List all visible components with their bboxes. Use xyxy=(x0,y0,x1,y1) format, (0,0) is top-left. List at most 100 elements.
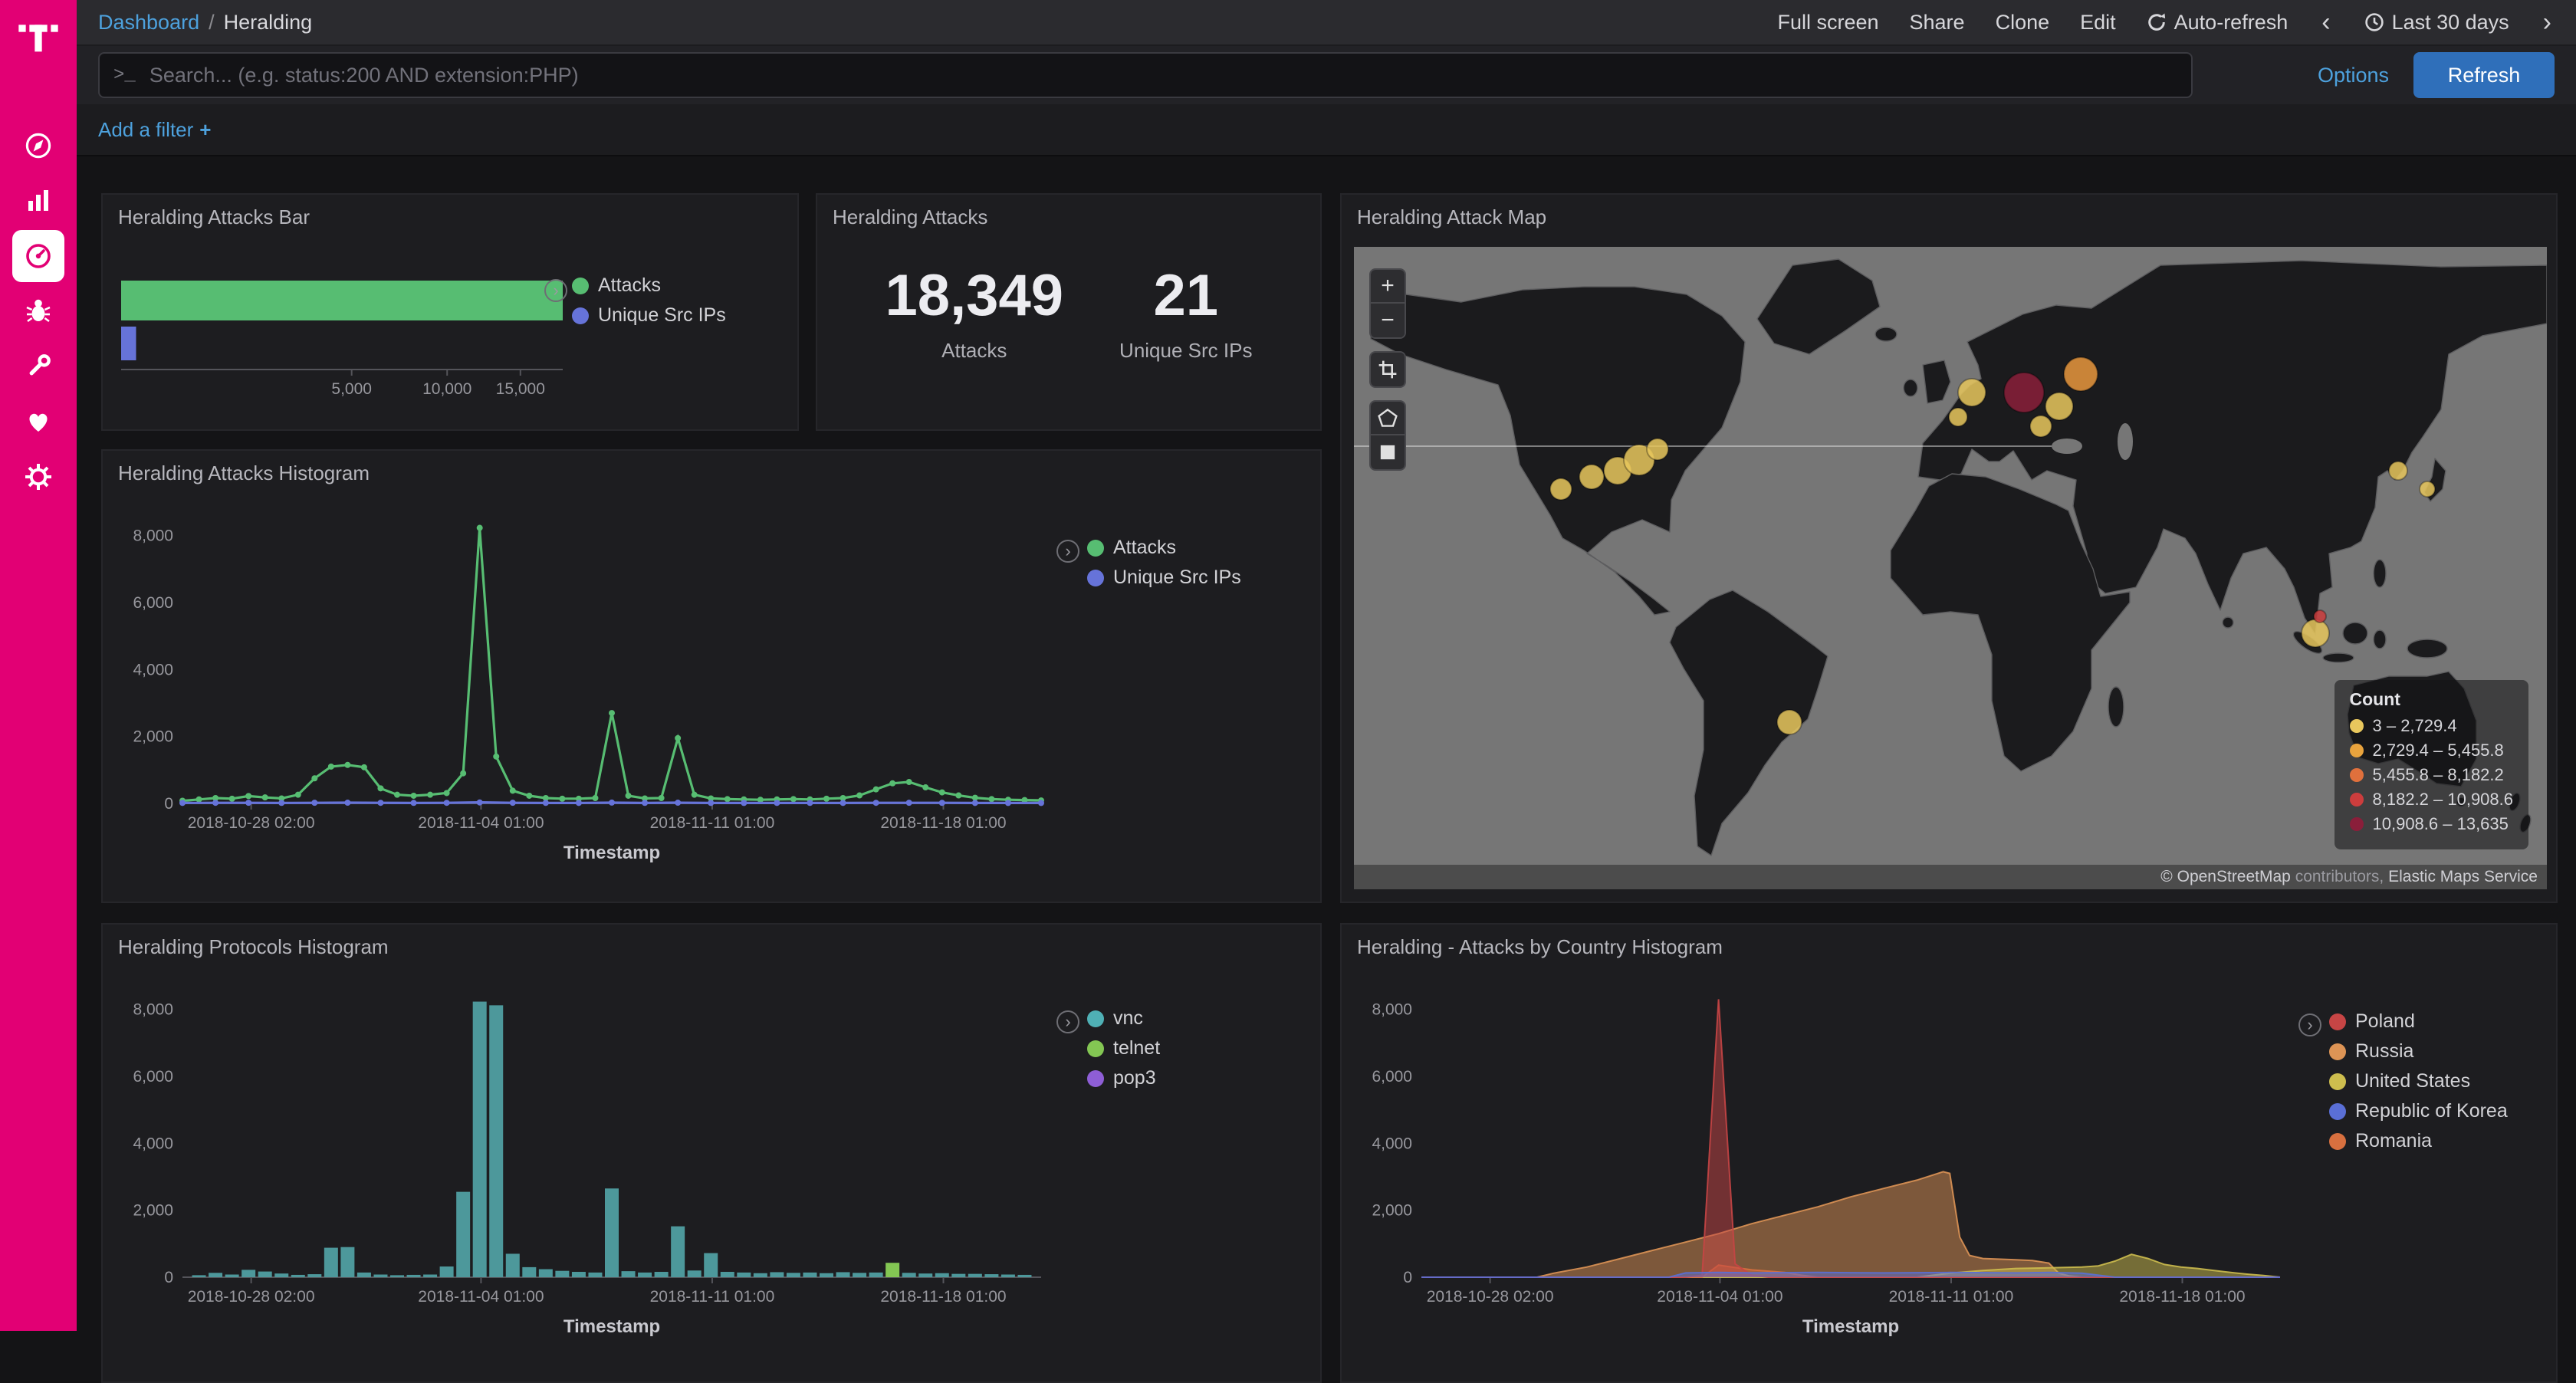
legend-item[interactable]: Unique Src IPs xyxy=(1087,567,1241,589)
map-attribution: © OpenStreetMap contributors, Elastic Ma… xyxy=(1354,865,2547,889)
edit-button[interactable]: Edit xyxy=(2080,11,2116,34)
legend-item[interactable]: Romania xyxy=(2329,1130,2508,1152)
svg-text:2018-11-11 01:00: 2018-11-11 01:00 xyxy=(1889,1288,2014,1306)
legend-item[interactable]: pop3 xyxy=(1087,1067,1160,1089)
zoom-out-button[interactable]: − xyxy=(1371,304,1405,337)
panel-attacks-histogram: Heralding Attacks Histogram 02,0004,0006… xyxy=(101,449,1322,903)
kibana-dashboard: { "colors": { "sidebar": "#e20074", "lin… xyxy=(0,0,2576,1331)
svg-text:2018-11-18 01:00: 2018-11-18 01:00 xyxy=(2119,1288,2245,1306)
legend-collapse-icon[interactable]: › xyxy=(1056,540,1079,563)
svg-text:8,000: 8,000 xyxy=(133,1001,173,1019)
refresh-icon xyxy=(2147,12,2167,32)
legend-item[interactable]: 8,182.2 – 10,908.6 xyxy=(2350,790,2514,810)
breadcrumb-dashboard-link[interactable]: Dashboard xyxy=(98,11,199,34)
svg-text:15,000: 15,000 xyxy=(496,380,545,398)
share-button[interactable]: Share xyxy=(1910,11,1965,34)
legend-color-dot xyxy=(1087,1070,1104,1087)
panel-country-histogram: Heralding - Attacks by Country Histogram… xyxy=(1340,923,2558,1383)
metric-row: 18,349 Attacks 21 Unique Src IPs xyxy=(817,262,1320,363)
legend-collapse-icon[interactable]: › xyxy=(1056,1010,1079,1033)
sidebar-item-visualize[interactable] xyxy=(12,175,64,227)
sidebar-item-monitoring[interactable] xyxy=(12,396,64,448)
legend-item[interactable]: Republic of Korea xyxy=(2329,1100,2508,1122)
legend-item[interactable]: United States xyxy=(2329,1070,2508,1092)
legend-item[interactable]: 5,455.8 – 8,182.2 xyxy=(2350,765,2514,785)
heartbeat-icon xyxy=(23,406,54,437)
legend-color-dot xyxy=(2329,1133,2346,1150)
sidebar-item-management[interactable] xyxy=(12,451,64,503)
contributors-credit: contributors, xyxy=(2291,868,2388,885)
country-area-chart: 02,0004,0006,0008,0002018-10-28 02:00201… xyxy=(1354,971,2292,1369)
full-screen-button[interactable]: Full screen xyxy=(1777,11,1878,34)
legend-item[interactable]: Unique Src IPs xyxy=(572,304,726,327)
legend-collapse-icon[interactable]: › xyxy=(544,279,567,302)
legend-item[interactable]: Attacks xyxy=(1087,537,1241,559)
svg-text:0: 0 xyxy=(164,795,173,813)
sidebar-item-honeypot[interactable] xyxy=(12,285,64,337)
legend-color-dot xyxy=(2329,1043,2346,1060)
svg-text:4,000: 4,000 xyxy=(1372,1135,1412,1152)
legend-color-dot xyxy=(1087,1010,1104,1027)
elastic-maps-credit[interactable]: Elastic Maps Service xyxy=(2388,868,2538,885)
crop-icon[interactable] xyxy=(1371,353,1405,386)
legend-item[interactable]: 2,729.4 – 5,455.8 xyxy=(2350,741,2514,760)
legend-color-dot xyxy=(2350,768,2364,782)
sidebar-item-discover[interactable] xyxy=(12,120,64,172)
legend-color-dot xyxy=(2329,1103,2346,1120)
metric-value: 18,349 xyxy=(886,262,1063,330)
legend-item[interactable]: Russia xyxy=(2329,1040,2508,1063)
legend-color-dot xyxy=(2329,1073,2346,1090)
map-count-legend: Count 3 – 2,729.42,729.4 – 5,455.85,455.… xyxy=(2334,680,2529,849)
svg-text:Timestamp: Timestamp xyxy=(564,1316,660,1337)
query-options-link[interactable]: Options xyxy=(2318,46,2389,104)
legend-item[interactable]: telnet xyxy=(1087,1037,1160,1059)
legend-item[interactable]: Attacks xyxy=(572,274,726,297)
protocols-bar-chart: 02,0004,0006,0008,0002018-10-28 02:00201… xyxy=(115,971,1053,1369)
legend-item[interactable]: Poland xyxy=(2329,1010,2508,1033)
osm-credit[interactable]: © OpenStreetMap xyxy=(2160,868,2291,885)
legend-item[interactable]: 3 – 2,729.4 xyxy=(2350,716,2514,736)
svg-text:0: 0 xyxy=(164,1269,173,1286)
legend-color-dot xyxy=(572,307,589,324)
clock-icon xyxy=(2364,12,2384,32)
clone-button[interactable]: Clone xyxy=(1996,11,2050,34)
draw-polygon-icon[interactable] xyxy=(1371,402,1405,435)
svg-text:2018-10-28 02:00: 2018-10-28 02:00 xyxy=(188,814,315,832)
plus-icon: + xyxy=(199,118,211,141)
sidebar-item-dashboard[interactable] xyxy=(12,230,64,282)
svg-text:Timestamp: Timestamp xyxy=(564,843,660,863)
time-back-button[interactable]: ‹ xyxy=(2318,9,2333,35)
panel-title: Heralding Attacks Histogram xyxy=(118,462,370,485)
world-map[interactable]: + − Count 3 – 2,729.42,729.4 – 5,455.85,… xyxy=(1354,247,2547,889)
svg-text:2018-11-11 01:00: 2018-11-11 01:00 xyxy=(650,1288,775,1306)
dashboard-icon xyxy=(23,241,54,271)
legend-color-dot xyxy=(1087,1040,1104,1057)
svg-text:2018-11-18 01:00: 2018-11-18 01:00 xyxy=(880,1288,1006,1306)
telekom-logo[interactable] xyxy=(17,12,60,61)
add-filter-link[interactable]: Add a filter+ xyxy=(98,118,211,142)
zoom-in-button[interactable]: + xyxy=(1371,270,1405,304)
auto-refresh-button[interactable]: Auto-refresh xyxy=(2147,11,2288,34)
metric-value: 21 xyxy=(1119,262,1252,330)
svg-text:2018-11-04 01:00: 2018-11-04 01:00 xyxy=(418,1288,544,1306)
app-sidebar xyxy=(0,0,77,1331)
time-range-button[interactable]: Last 30 days xyxy=(2364,11,2509,34)
draw-rectangle-icon[interactable] xyxy=(1371,435,1405,469)
legend-item[interactable]: 10,908.6 – 13,635 xyxy=(2350,814,2514,834)
map-controls: + − xyxy=(1369,268,1406,471)
metric-label: Unique Src IPs xyxy=(1119,339,1252,363)
time-range-label: Last 30 days xyxy=(2392,11,2509,34)
legend-item[interactable]: vnc xyxy=(1087,1007,1160,1030)
svg-text:8,000: 8,000 xyxy=(133,527,173,545)
svg-text:2018-11-18 01:00: 2018-11-18 01:00 xyxy=(880,814,1006,832)
panel-title: Heralding - Attacks by Country Histogram xyxy=(1357,935,1723,959)
legend-collapse-icon[interactable]: › xyxy=(2298,1013,2321,1036)
search-input[interactable] xyxy=(150,64,2191,87)
sidebar-item-devtools[interactable] xyxy=(12,340,64,393)
refresh-button[interactable]: Refresh xyxy=(2413,52,2555,98)
top-navbar: Dashboard / Heralding Full screen Share … xyxy=(77,0,2576,46)
svg-text:10,000: 10,000 xyxy=(422,380,472,398)
svg-text:4,000: 4,000 xyxy=(133,1135,173,1152)
time-forward-button[interactable]: › xyxy=(2540,9,2555,35)
panel-title: Heralding Protocols Histogram xyxy=(118,935,389,959)
